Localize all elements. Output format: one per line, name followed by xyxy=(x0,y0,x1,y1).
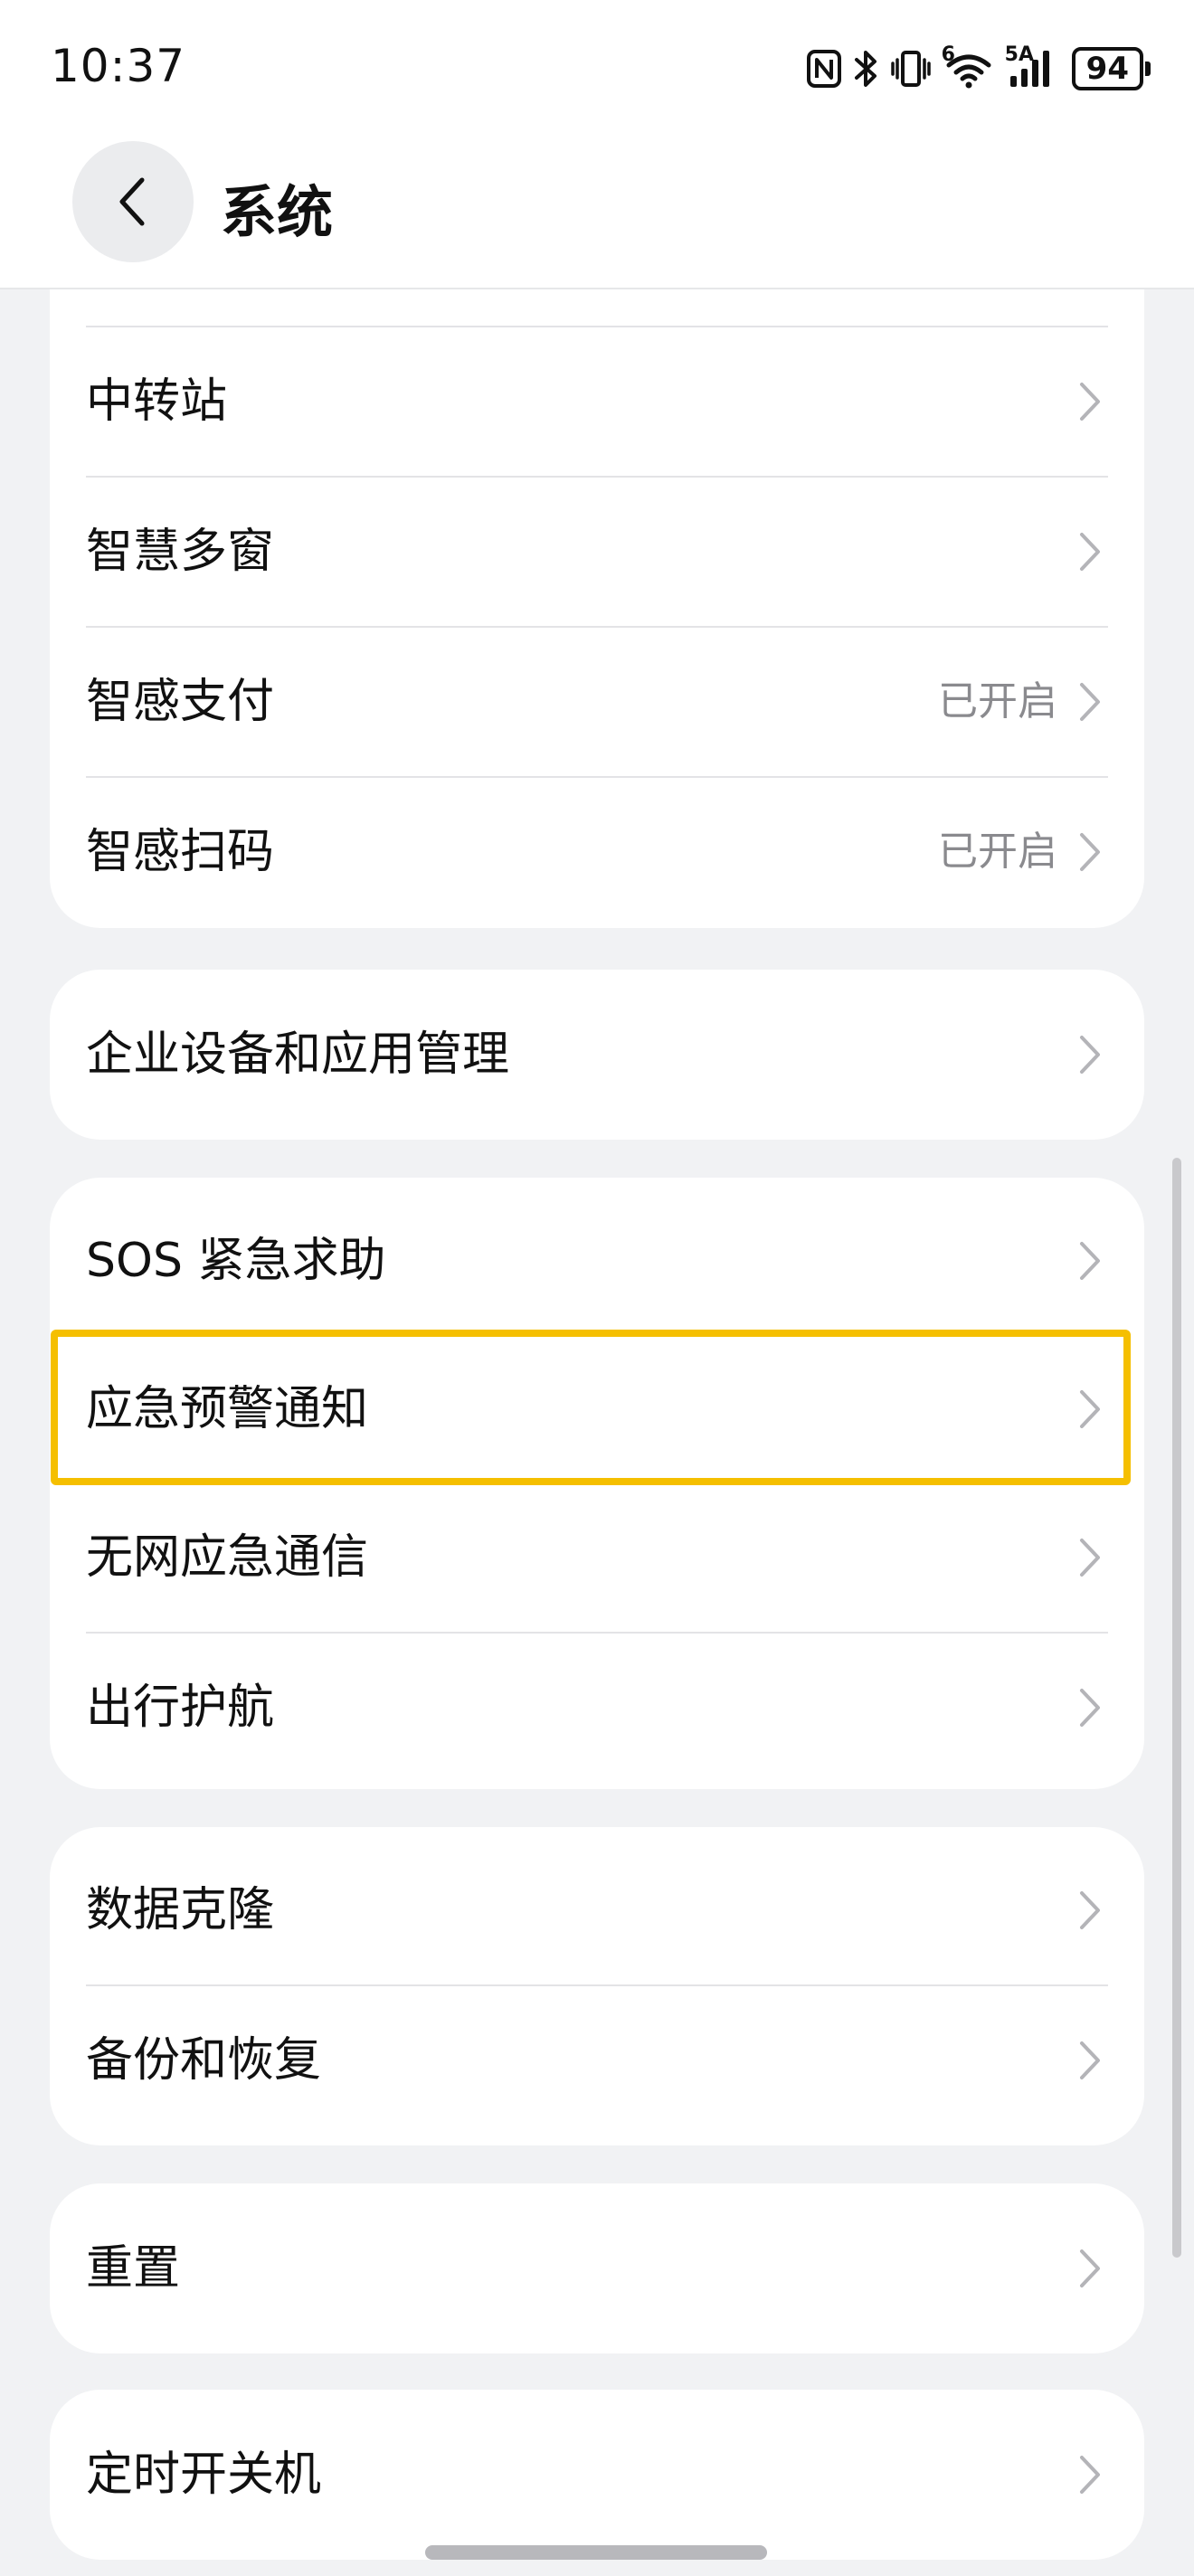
page-title: 系统 xyxy=(221,179,334,245)
wifi-6-icon: 6 xyxy=(942,43,994,89)
signal-5a-icon: 5A xyxy=(1005,43,1056,89)
settings-item-scheduled-power[interactable]: 定时开关机 xyxy=(50,2401,1144,2549)
status-bar: 10:37 6 5A 94 xyxy=(0,0,1194,136)
status-icons: 6 5A 94 xyxy=(806,43,1151,90)
settings-group-scheduled-power: 定时开关机 xyxy=(50,2390,1144,2560)
chevron-left-icon xyxy=(119,177,145,226)
settings-item-label: 企业设备和应用管理 xyxy=(86,1028,510,1082)
chevron-right-icon xyxy=(1080,1539,1100,1577)
settings-item-travel-guard[interactable]: 出行护航 xyxy=(50,1634,1144,1782)
settings-item-label: 数据克隆 xyxy=(86,1883,275,1937)
settings-item-label: 重置 xyxy=(86,2241,181,2296)
chevron-right-icon xyxy=(1080,383,1100,421)
settings-item-label: 无网应急通信 xyxy=(86,1530,369,1585)
home-indicator[interactable] xyxy=(425,2545,767,2560)
chevron-right-icon xyxy=(1080,2249,1100,2287)
settings-group-reset: 重置 xyxy=(50,2183,1144,2353)
chevron-right-icon xyxy=(1080,1390,1100,1428)
chevron-right-icon xyxy=(1080,533,1100,571)
chevron-right-icon xyxy=(1080,683,1100,721)
settings-item-label: 备份和恢复 xyxy=(86,2033,322,2088)
nfc-icon xyxy=(806,50,841,88)
chevron-right-icon xyxy=(1080,2456,1100,2494)
back-button[interactable] xyxy=(72,141,194,262)
battery-level: 94 xyxy=(1085,51,1129,87)
settings-item-label: 智感扫码 xyxy=(86,825,275,879)
settings-item-sos[interactable]: SOS 紧急求助 xyxy=(50,1187,1144,1335)
settings-item-label: 智慧多窗 xyxy=(86,525,275,579)
settings-item-emergency-alerts[interactable]: 应急预警通知 xyxy=(50,1335,1144,1483)
chevron-right-icon xyxy=(1080,1689,1100,1727)
settings-item-smart-multi-window[interactable]: 智慧多窗 xyxy=(50,478,1144,626)
chevron-right-icon xyxy=(1080,833,1100,871)
vibrate-icon xyxy=(890,51,931,87)
chevron-right-icon xyxy=(1080,1891,1100,1929)
settings-item-smart-pay[interactable]: 智感支付 已开启 xyxy=(50,628,1144,776)
bluetooth-icon xyxy=(854,51,877,87)
settings-item-data-clone[interactable]: 数据克隆 xyxy=(50,1836,1144,1984)
settings-item-offline-emergency-comm[interactable]: 无网应急通信 xyxy=(50,1483,1144,1632)
settings-item-transfer-station[interactable]: 中转站 xyxy=(50,327,1144,476)
settings-group-data: 数据克隆 备份和恢复 xyxy=(50,1827,1144,2145)
settings-item-label: 应急预警通知 xyxy=(86,1382,369,1436)
chevron-right-icon xyxy=(1080,1242,1100,1280)
settings-item-label: 定时开关机 xyxy=(86,2448,322,2502)
settings-item-label: 中转站 xyxy=(86,374,228,429)
status-time: 10:37 xyxy=(51,40,186,92)
chevron-right-icon xyxy=(1080,2041,1100,2079)
top-app-bar: 系统 xyxy=(0,136,1194,289)
settings-item-reset[interactable]: 重置 xyxy=(50,2194,1144,2343)
settings-item-label: SOS 紧急求助 xyxy=(86,1234,386,1288)
settings-group-features: 中转站 智慧多窗 智感支付 已开启 智感扫码 已开启 xyxy=(50,289,1144,928)
settings-item-enterprise-device-management[interactable]: 企业设备和应用管理 xyxy=(50,980,1144,1129)
settings-item-status: 已开启 xyxy=(938,678,1057,724)
settings-item-smart-scan[interactable]: 智感扫码 已开启 xyxy=(50,778,1144,926)
chevron-right-icon xyxy=(1080,1036,1100,1074)
settings-item-label: 智感支付 xyxy=(86,675,275,729)
settings-group-emergency: SOS 紧急求助 应急预警通知 无网应急通信 出行护航 xyxy=(50,1178,1144,1789)
settings-group-enterprise: 企业设备和应用管理 xyxy=(50,970,1144,1140)
battery-icon: 94 xyxy=(1071,47,1151,90)
settings-item-status: 已开启 xyxy=(938,829,1057,875)
settings-item-label: 出行护航 xyxy=(86,1681,275,1735)
settings-item-backup-restore[interactable]: 备份和恢复 xyxy=(50,1986,1144,2135)
scrollbar[interactable] xyxy=(1172,1158,1181,2258)
